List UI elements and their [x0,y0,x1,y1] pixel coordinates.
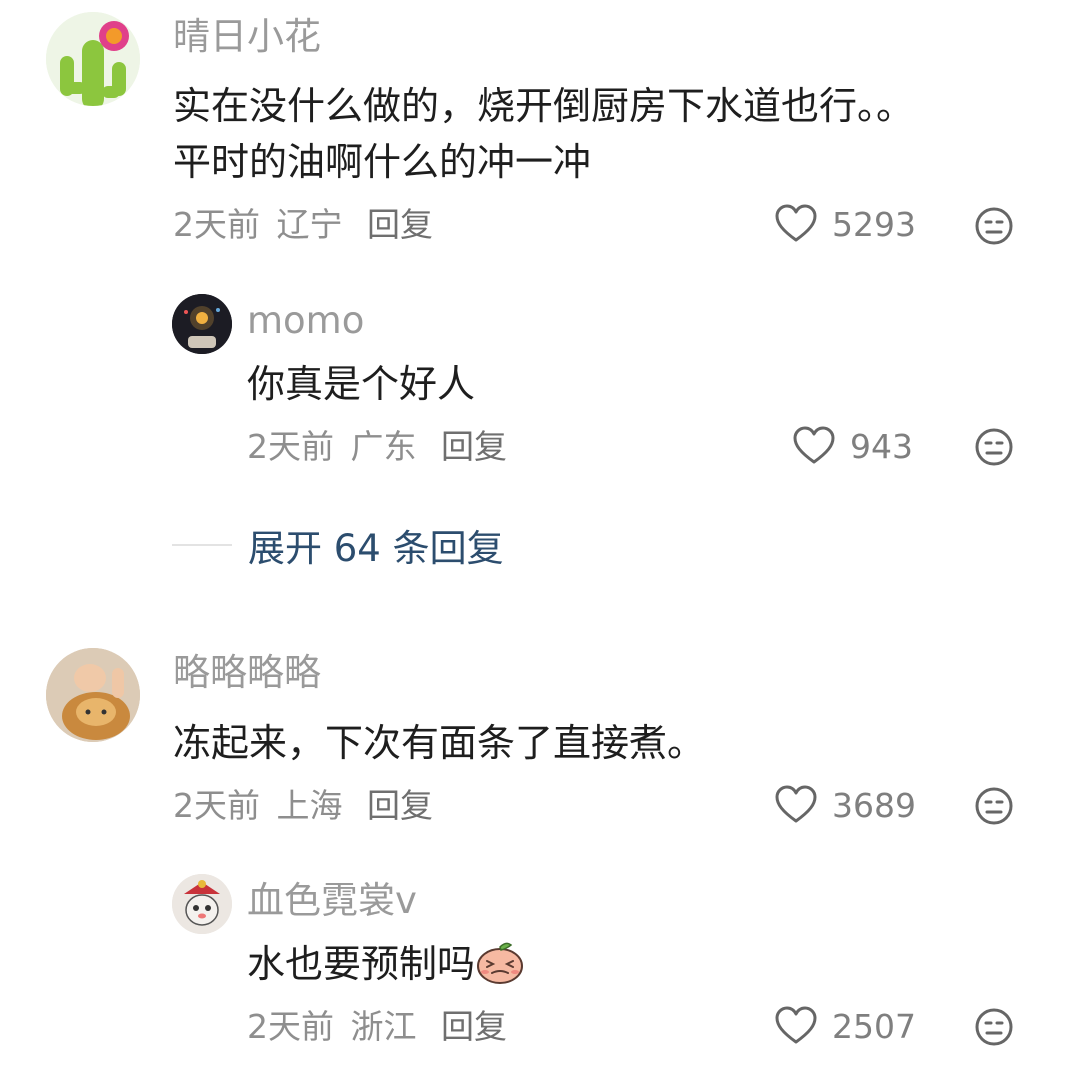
like-count: 2507 [832,1006,916,1046]
like-count: 5293 [832,204,916,244]
like-count: 943 [850,426,913,466]
avatar[interactable] [46,12,140,106]
username[interactable]: 晴日小花 [173,18,321,55]
comment-meta: 2天前 浙江 回复 [247,1010,507,1043]
peach-face-emoji-icon [477,942,524,984]
comment-meta: 2天前 广东 回复 [247,430,507,463]
dislike-face-icon[interactable] [974,206,1014,246]
like-button[interactable]: 5293 [774,204,916,244]
heart-icon [775,785,817,823]
location: 辽宁 [276,205,343,244]
reply-button[interactable]: 回复 [367,786,433,825]
reply-button[interactable]: 回复 [441,1007,507,1046]
comment-text: 你真是个好人 [247,362,476,406]
heart-icon [775,204,817,242]
avatar[interactable] [46,648,140,742]
avatar[interactable] [172,874,232,934]
comment-text-content: 水也要预制吗 [247,942,476,986]
timestamp: 2天前 [173,786,260,825]
comment-text: 冻起来，下次有面条了直接煮。 [173,721,706,765]
night-lamp-avatar-icon [172,294,232,354]
like-button[interactable]: 2507 [774,1006,916,1046]
location: 上海 [276,786,343,825]
location: 浙江 [350,1007,417,1046]
opera-mask-cat-avatar-icon [172,874,232,934]
expand-replies-button[interactable]: 展开 64 条回复 [172,518,504,572]
like-count: 3689 [832,785,916,825]
username[interactable]: 血色霓裳v [247,882,417,919]
timestamp: 2天前 [247,427,334,466]
avatar[interactable] [172,294,232,354]
comment-text-line2: 平时的油啊什么的冲一冲 [173,140,592,184]
reply-button[interactable]: 回复 [367,205,433,244]
username[interactable]: momo [247,302,364,339]
dislike-face-icon[interactable] [974,1007,1014,1047]
divider-line [172,544,232,546]
heart-icon [775,1006,817,1044]
like-button[interactable]: 943 [792,426,913,466]
timestamp: 2天前 [247,1007,334,1046]
location: 广东 [350,427,417,466]
expand-replies-label: 展开 64 条回复 [248,527,504,570]
comment-meta: 2天前 辽宁 回复 [173,208,433,241]
comment-meta: 2天前 上海 回复 [173,789,433,822]
comment-text: 水也要预制吗 [247,936,525,992]
cactus-avatar-icon [46,12,140,106]
reply-button[interactable]: 回复 [441,427,507,466]
timestamp: 2天前 [173,205,260,244]
dislike-face-icon[interactable] [974,427,1014,467]
like-button[interactable]: 3689 [774,785,916,825]
username[interactable]: 略略略略 [173,654,321,691]
dislike-face-icon[interactable] [974,786,1014,826]
cat-avatar-icon [46,648,140,742]
heart-icon [793,426,835,464]
comment-text: 实在没什么做的，烧开倒厨房下水道也行。。 [173,84,915,128]
